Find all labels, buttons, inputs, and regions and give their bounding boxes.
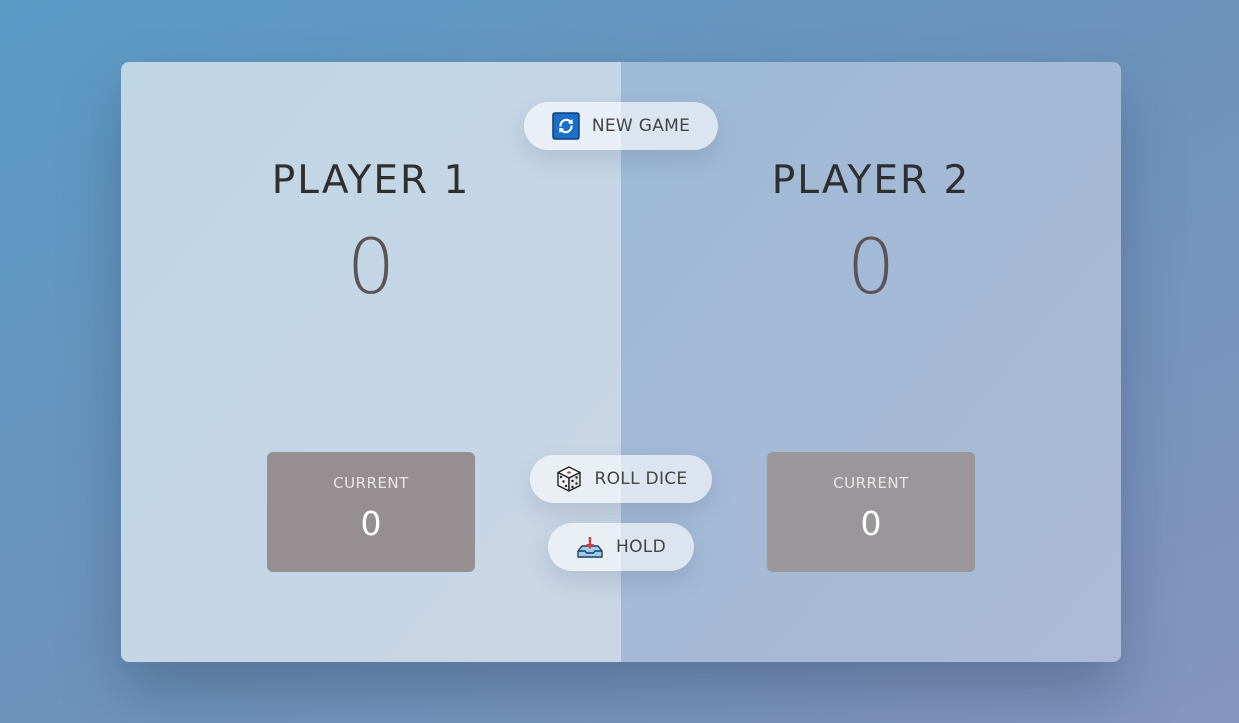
dice-icon <box>555 465 583 493</box>
player-2-panel: PLAYER 2 0 CURRENT 0 <box>621 62 1121 662</box>
roll-dice-button[interactable]: ROLL DICE <box>530 455 712 503</box>
hold-button[interactable]: HOLD <box>548 523 694 571</box>
inbox-tray-icon <box>576 533 604 561</box>
roll-dice-label: ROLL DICE <box>594 469 688 489</box>
player-1-score: 0 <box>346 222 396 311</box>
player-2-current-score: 0 <box>860 504 882 543</box>
refresh-icon <box>552 112 580 140</box>
player-1-name: PLAYER 1 <box>271 158 471 203</box>
player-1-current-score: 0 <box>360 504 382 543</box>
player-2-score: 0 <box>846 222 896 311</box>
player-2-name: PLAYER 2 <box>771 158 971 203</box>
hold-label: HOLD <box>616 537 666 557</box>
player-1-current-box: CURRENT 0 <box>267 452 475 572</box>
game-board: PLAYER 1 0 CURRENT 0 PLAYER 2 0 CURRENT … <box>121 62 1121 662</box>
player-2-current-label: CURRENT <box>833 474 909 492</box>
new-game-label: NEW GAME <box>591 116 691 136</box>
player-2-current-box: CURRENT 0 <box>767 452 975 572</box>
player-1-current-label: CURRENT <box>333 474 409 492</box>
new-game-button[interactable]: NEW GAME <box>524 102 718 150</box>
player-1-panel: PLAYER 1 0 CURRENT 0 <box>121 62 621 662</box>
